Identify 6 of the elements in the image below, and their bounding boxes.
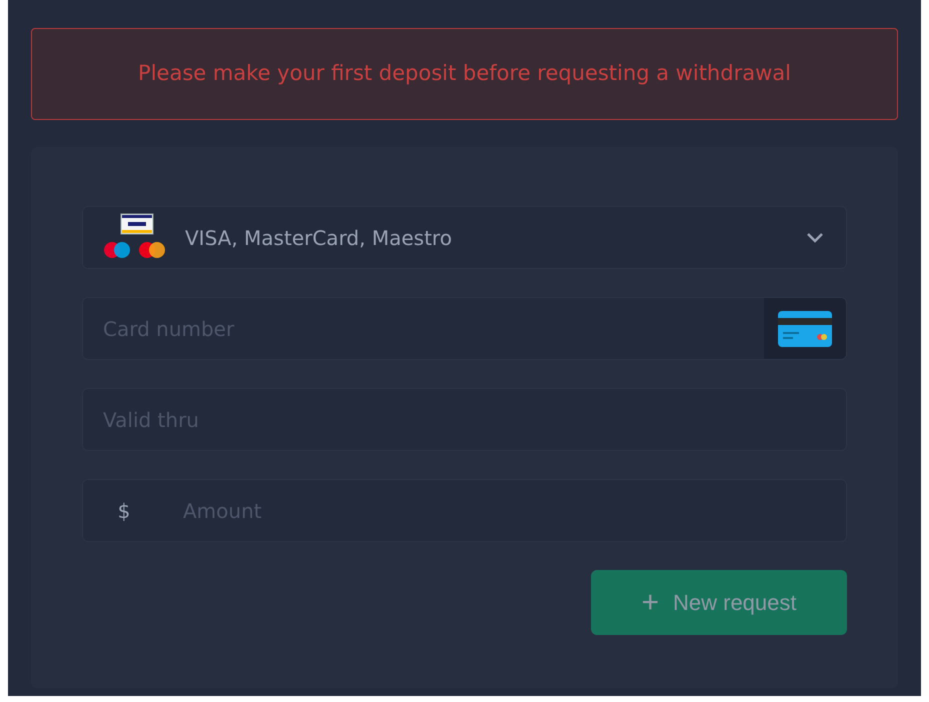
credit-card-icon	[778, 310, 832, 346]
alert-message: Please make your first deposit before requesting a withdrawal	[138, 60, 791, 88]
payment-method-select[interactable]: VISA, MasterCard, Maestro	[82, 206, 847, 269]
chevron-down-icon	[806, 232, 824, 244]
currency-prefix: $	[116, 498, 132, 524]
payment-method-value: VISA, MasterCard, Maestro	[185, 224, 453, 252]
